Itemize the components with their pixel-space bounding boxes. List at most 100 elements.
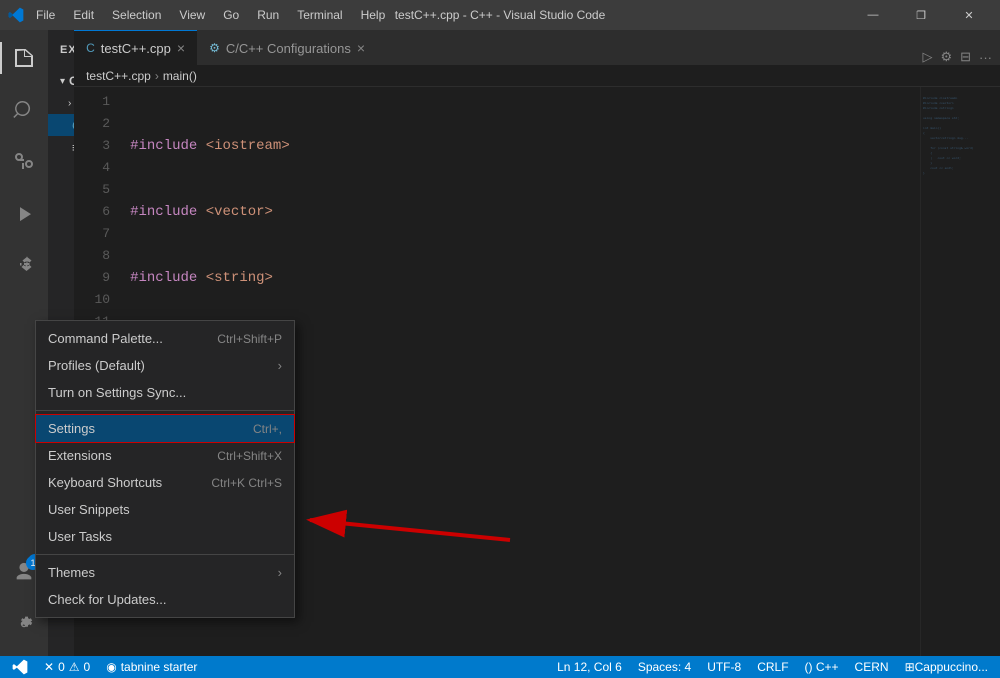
breadcrumb-separator: › bbox=[155, 69, 159, 83]
menu-separator-1 bbox=[36, 410, 294, 411]
sync-label: Turn on Settings Sync... bbox=[48, 385, 282, 400]
cappuccino-text: ⊞Cappuccino... bbox=[905, 660, 988, 674]
tabnine-status[interactable]: ◉ tabnine starter bbox=[102, 660, 201, 674]
cappuccino-status[interactable]: ⊞Cappuccino... bbox=[901, 660, 992, 674]
warning-count: 0 bbox=[84, 660, 91, 674]
encoding-setting[interactable]: UTF-8 bbox=[703, 660, 745, 674]
tab-cpp-label: testC++.cpp bbox=[101, 41, 171, 56]
tree-item-vscode[interactable]: › 📁 .vscode bbox=[48, 92, 74, 114]
extensions-activity-icon[interactable] bbox=[0, 242, 48, 290]
tree-item-cpp-file[interactable]: C testC++.cpp bbox=[48, 114, 74, 136]
menu-command-palette[interactable]: Command Palette... Ctrl+Shift+P bbox=[36, 325, 294, 352]
tab-cpp-close[interactable]: × bbox=[177, 40, 185, 56]
menu-view[interactable]: View bbox=[171, 6, 213, 24]
warning-icon: ⚠ bbox=[69, 660, 80, 674]
language-mode[interactable]: () C++ bbox=[801, 660, 843, 674]
run-activity-icon[interactable] bbox=[0, 190, 48, 238]
menu-user-tasks[interactable]: User Tasks bbox=[36, 523, 294, 550]
minimize-button[interactable]: — bbox=[850, 0, 896, 30]
status-bar: ✕ 0 ⚠ 0 ◉ tabnine starter Ln 12, Col 6 S… bbox=[0, 656, 1000, 678]
menu-extensions[interactable]: Extensions Ctrl+Shift+X bbox=[36, 442, 294, 469]
menu-user-snippets[interactable]: User Snippets bbox=[36, 496, 294, 523]
tree-item-cpp-root[interactable]: ▾ C++ bbox=[48, 70, 74, 92]
errors-status[interactable]: ✕ 0 ⚠ 0 bbox=[40, 660, 94, 674]
status-bar-right: Ln 12, Col 6 Spaces: 4 UTF-8 CRLF () C++… bbox=[553, 660, 992, 674]
menu-settings[interactable]: Settings Ctrl+, bbox=[36, 415, 294, 442]
title-bar-left: File Edit Selection View Go Run Terminal… bbox=[8, 6, 393, 24]
profiles-arrow: › bbox=[278, 358, 282, 373]
line-num-8: 8 bbox=[74, 245, 110, 267]
error-icon: ✕ bbox=[44, 660, 54, 674]
close-button[interactable]: ✕ bbox=[946, 0, 992, 30]
eol-setting[interactable]: CRLF bbox=[753, 660, 792, 674]
breadcrumb: testC++.cpp › main() bbox=[74, 65, 1000, 87]
menu-sync[interactable]: Turn on Settings Sync... bbox=[36, 379, 294, 406]
search-activity-icon[interactable] bbox=[0, 86, 48, 134]
line-num-7: 7 bbox=[74, 223, 110, 245]
menu-file[interactable]: File bbox=[28, 6, 63, 24]
language-text: () C++ bbox=[805, 660, 839, 674]
tab-config-icon: ⚙ bbox=[209, 41, 220, 55]
sidebar-header: EXPLORER ⊕ ⊞ ↻ ⊟ ··· bbox=[48, 30, 74, 70]
check-updates-label: Check for Updates... bbox=[48, 592, 282, 607]
tab-config-close[interactable]: × bbox=[357, 40, 365, 56]
tree-item-exe[interactable]: ≡ testC++.exe bbox=[48, 136, 74, 158]
line-num-1: 1 bbox=[74, 91, 110, 113]
source-control-activity-icon[interactable] bbox=[0, 138, 48, 186]
user-tasks-label: User Tasks bbox=[48, 529, 282, 544]
user-snippets-label: User Snippets bbox=[48, 502, 282, 517]
chevron-down-icon: ▾ bbox=[60, 76, 65, 87]
code-line-1: #include <iostream> bbox=[130, 135, 920, 157]
spaces-text: Spaces: 4 bbox=[638, 660, 691, 674]
tab-config[interactable]: ⚙ C/C++ Configurations × bbox=[197, 30, 377, 65]
tab-bar: C testC++.cpp × ⚙ C/C++ Configurations ×… bbox=[74, 30, 1000, 65]
cursor-position[interactable]: Ln 12, Col 6 bbox=[553, 660, 626, 674]
menu-keyboard-shortcuts[interactable]: Keyboard Shortcuts Ctrl+K Ctrl+S bbox=[36, 469, 294, 496]
explorer-activity-icon[interactable] bbox=[0, 34, 48, 82]
line-num-10: 10 bbox=[74, 289, 110, 311]
editor-toolbar: ▷ ⚙ ⊟ ··· bbox=[377, 49, 1000, 65]
tab-cpp[interactable]: C testC++.cpp × bbox=[74, 30, 197, 65]
code-line-3: #include <string> bbox=[130, 267, 920, 289]
status-bar-left: ✕ 0 ⚠ 0 ◉ tabnine starter bbox=[8, 659, 201, 675]
menu-go[interactable]: Go bbox=[215, 6, 247, 24]
profiles-label: Profiles (Default) bbox=[48, 358, 278, 373]
context-menu: Command Palette... Ctrl+Shift+P Profiles… bbox=[35, 320, 295, 618]
menu-check-updates[interactable]: Check for Updates... bbox=[36, 586, 294, 613]
minimap-content: #include <iostream> #include <vector> #i… bbox=[921, 87, 1000, 185]
spaces-setting[interactable]: Spaces: 4 bbox=[634, 660, 695, 674]
menu-profiles[interactable]: Profiles (Default) › bbox=[36, 352, 294, 379]
menu-themes[interactable]: Themes › bbox=[36, 559, 294, 586]
vscode-logo bbox=[8, 7, 24, 23]
cern-text: CERN bbox=[855, 660, 889, 674]
menu-bar: File Edit Selection View Go Run Terminal… bbox=[28, 6, 393, 24]
window-title: testC++.cpp - C++ - Visual Studio Code bbox=[395, 8, 606, 22]
command-palette-shortcut: Ctrl+Shift+P bbox=[217, 332, 282, 346]
cern-status[interactable]: CERN bbox=[851, 660, 893, 674]
menu-selection[interactable]: Selection bbox=[104, 6, 169, 24]
chevron-right-icon: › bbox=[68, 98, 71, 109]
maximize-button[interactable]: ❐ bbox=[898, 0, 944, 30]
tabnine-icon: ◉ bbox=[106, 660, 116, 674]
tabnine-label: tabnine starter bbox=[121, 660, 198, 674]
title-bar: File Edit Selection View Go Run Terminal… bbox=[0, 0, 1000, 30]
run-code-icon[interactable]: ▷ bbox=[922, 49, 932, 65]
split-editor-icon[interactable]: ⊟ bbox=[960, 49, 971, 65]
encoding-text: UTF-8 bbox=[707, 660, 741, 674]
breadcrumb-symbol[interactable]: main() bbox=[163, 69, 197, 83]
menu-edit[interactable]: Edit bbox=[65, 6, 102, 24]
menu-run[interactable]: Run bbox=[249, 6, 287, 24]
menu-terminal[interactable]: Terminal bbox=[289, 6, 350, 24]
editor-settings-icon[interactable]: ⚙ bbox=[940, 49, 952, 65]
vscode-status-icon[interactable] bbox=[8, 659, 32, 675]
breadcrumb-file[interactable]: testC++.cpp bbox=[86, 69, 151, 83]
extensions-shortcut: Ctrl+Shift+X bbox=[217, 449, 282, 463]
line-num-2: 2 bbox=[74, 113, 110, 135]
line-num-4: 4 bbox=[74, 157, 110, 179]
minimap: #include <iostream> #include <vector> #i… bbox=[920, 87, 1000, 656]
themes-label: Themes bbox=[48, 565, 278, 580]
tab-config-label: C/C++ Configurations bbox=[226, 41, 351, 56]
more-actions-icon[interactable]: ··· bbox=[979, 50, 992, 65]
menu-help[interactable]: Help bbox=[353, 6, 394, 24]
sidebar-title: EXPLORER bbox=[60, 44, 74, 56]
